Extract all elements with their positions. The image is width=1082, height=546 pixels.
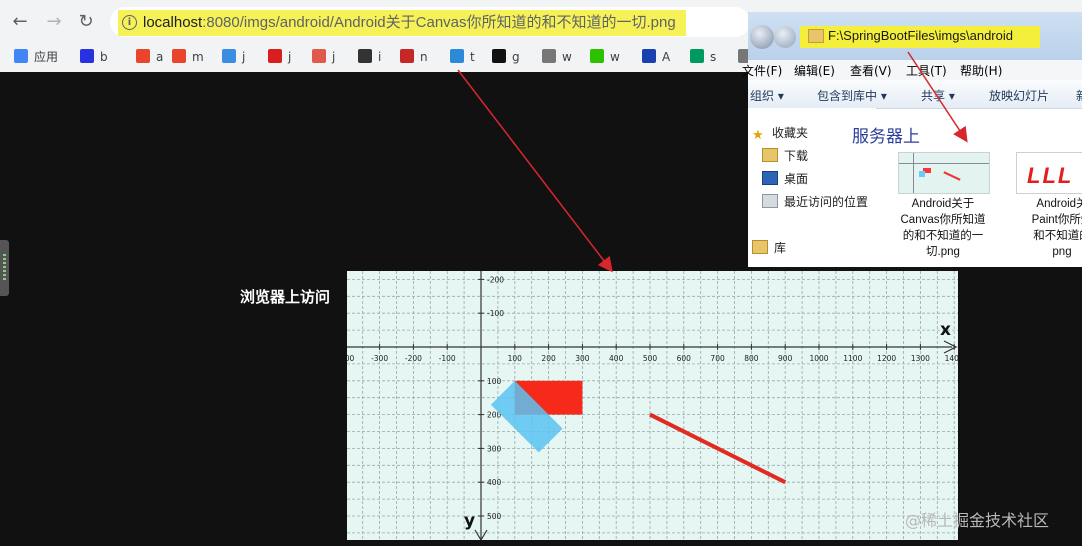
arrow-path-to-file: [907, 51, 968, 143]
watermark: @稀土掘金技术社区: [905, 511, 1050, 530]
annotation-arrows: [457, 51, 968, 273]
arrow-url-to-canvas: [457, 69, 613, 273]
